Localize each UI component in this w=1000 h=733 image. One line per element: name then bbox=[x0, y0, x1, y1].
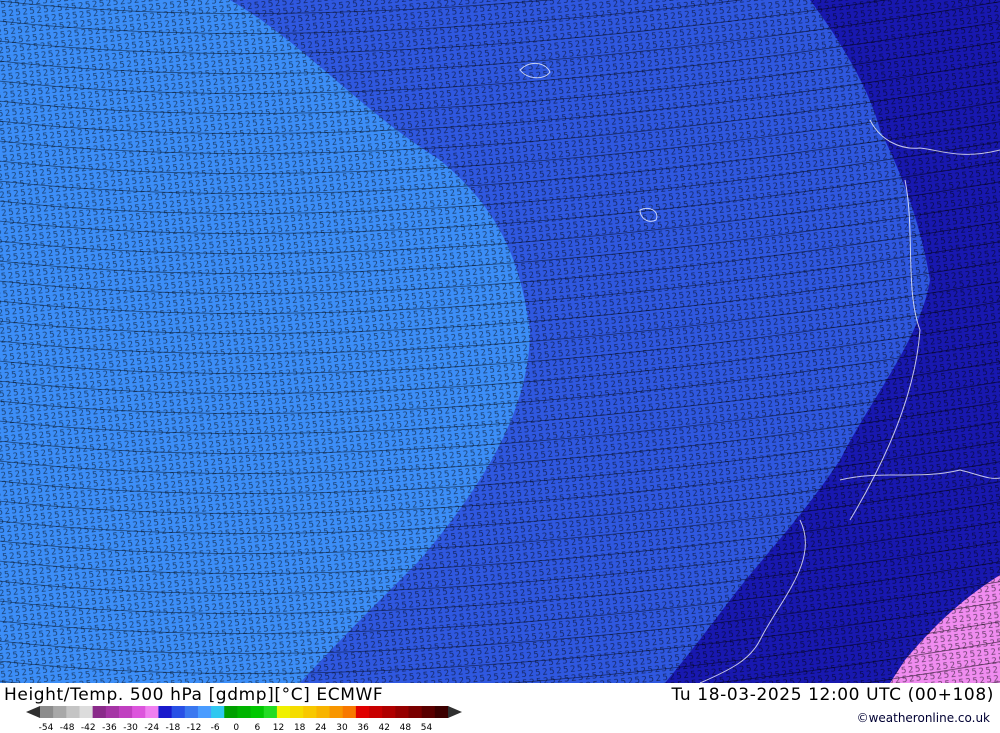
legend-tick-label: 36 bbox=[357, 723, 369, 731]
legend-tick-label: -18 bbox=[165, 723, 180, 731]
legend-color-block bbox=[250, 706, 265, 718]
legend-color-block bbox=[145, 706, 159, 718]
weather-map: 5 2 bbox=[0, 0, 1000, 733]
legend-color-block bbox=[79, 706, 94, 718]
legend-color-block bbox=[92, 706, 107, 718]
contour-hatching bbox=[0, 0, 1000, 683]
legend-tick-label: -12 bbox=[187, 723, 202, 731]
legend-color-block bbox=[197, 706, 212, 718]
legend-tick-label: 42 bbox=[379, 723, 390, 731]
legend-color-block bbox=[434, 706, 449, 718]
legend-arrow-left bbox=[26, 706, 40, 718]
legend-color-block bbox=[382, 706, 396, 718]
legend-color-block bbox=[237, 706, 252, 718]
legend-color-block bbox=[158, 706, 173, 718]
legend-tick-label: 54 bbox=[421, 723, 433, 731]
legend-tick-label: -42 bbox=[81, 723, 96, 731]
legend-tick-label: 0 bbox=[233, 723, 239, 731]
legend-color-block bbox=[184, 706, 199, 718]
legend-color-block bbox=[171, 706, 186, 718]
legend-color-block bbox=[211, 706, 225, 718]
legend-color-block bbox=[276, 706, 291, 718]
map-title: Height/Temp. 500 hPa [gdmp][°C] ECMWF bbox=[4, 685, 384, 705]
legend-color-block bbox=[263, 706, 278, 718]
legend-color-block bbox=[66, 706, 80, 718]
legend-color-block bbox=[329, 706, 344, 718]
valid-time: Tu 18-03-2025 12:00 UTC (00+108) bbox=[671, 685, 994, 705]
legend-tick-label: -30 bbox=[123, 723, 138, 731]
map-footer: Height/Temp. 500 hPa [gdmp][°C] ECMWF Tu… bbox=[0, 683, 1000, 733]
legend-color-block bbox=[421, 706, 436, 718]
legend-color-block bbox=[316, 706, 331, 718]
legend-tick-label: 24 bbox=[315, 723, 327, 731]
legend-color-block bbox=[290, 706, 304, 718]
legend-color-block bbox=[224, 706, 238, 718]
legend-color-block bbox=[53, 706, 67, 718]
legend-tick-label: -24 bbox=[144, 723, 159, 731]
legend-tick-label: 12 bbox=[273, 723, 284, 731]
legend-tick-label: 30 bbox=[336, 723, 348, 731]
legend-color-block bbox=[105, 706, 120, 718]
legend-tick-label: -54 bbox=[39, 723, 54, 731]
legend-tick-label: -6 bbox=[211, 723, 220, 731]
legend-tick-label: 18 bbox=[294, 723, 306, 731]
legend-color-block bbox=[355, 706, 370, 718]
legend-color-block bbox=[118, 706, 133, 718]
legend-tick-label: 48 bbox=[400, 723, 412, 731]
legend-tick-label: -36 bbox=[102, 723, 117, 731]
legend-color-block bbox=[132, 706, 146, 718]
legend-color-block bbox=[408, 706, 423, 718]
legend-color-block bbox=[395, 706, 410, 718]
legend-tick-label: 6 bbox=[255, 723, 261, 731]
height-temperature-field: 5 2 bbox=[0, 0, 1000, 733]
legend-color-block bbox=[342, 706, 357, 718]
credit-link[interactable]: ©weatheronline.co.uk bbox=[857, 711, 990, 725]
legend-arrow-right bbox=[448, 706, 462, 718]
legend-color-block bbox=[303, 706, 317, 718]
color-scale-legend: -54 -48 -42 -36 -30 -24 -18 -12 -6 0 6 12 18 24 30 36 42… bbox=[26, 706, 462, 731]
legend-color-block bbox=[369, 706, 383, 718]
legend-color-block bbox=[40, 706, 54, 718]
legend-tick-label: -48 bbox=[60, 723, 75, 731]
